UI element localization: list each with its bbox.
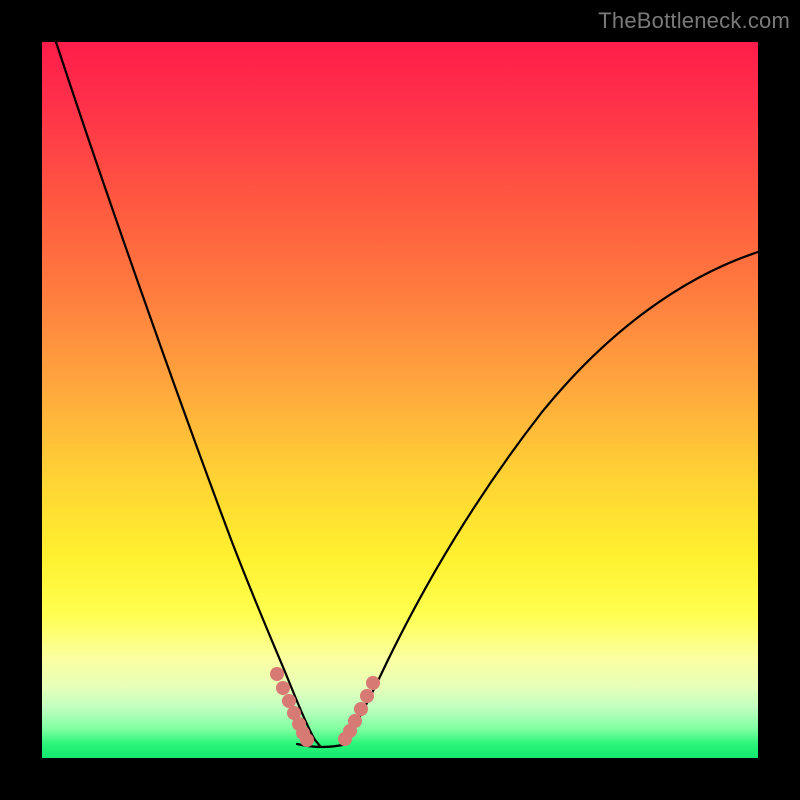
left-curve xyxy=(56,42,320,746)
right-curve xyxy=(342,252,758,744)
curves-svg xyxy=(42,42,758,758)
dots-left xyxy=(270,667,314,747)
chart-frame: TheBottleneck.com xyxy=(0,0,800,800)
plot-area xyxy=(42,42,758,758)
watermark-label: TheBottleneck.com xyxy=(598,8,790,34)
dots-right xyxy=(338,676,380,746)
